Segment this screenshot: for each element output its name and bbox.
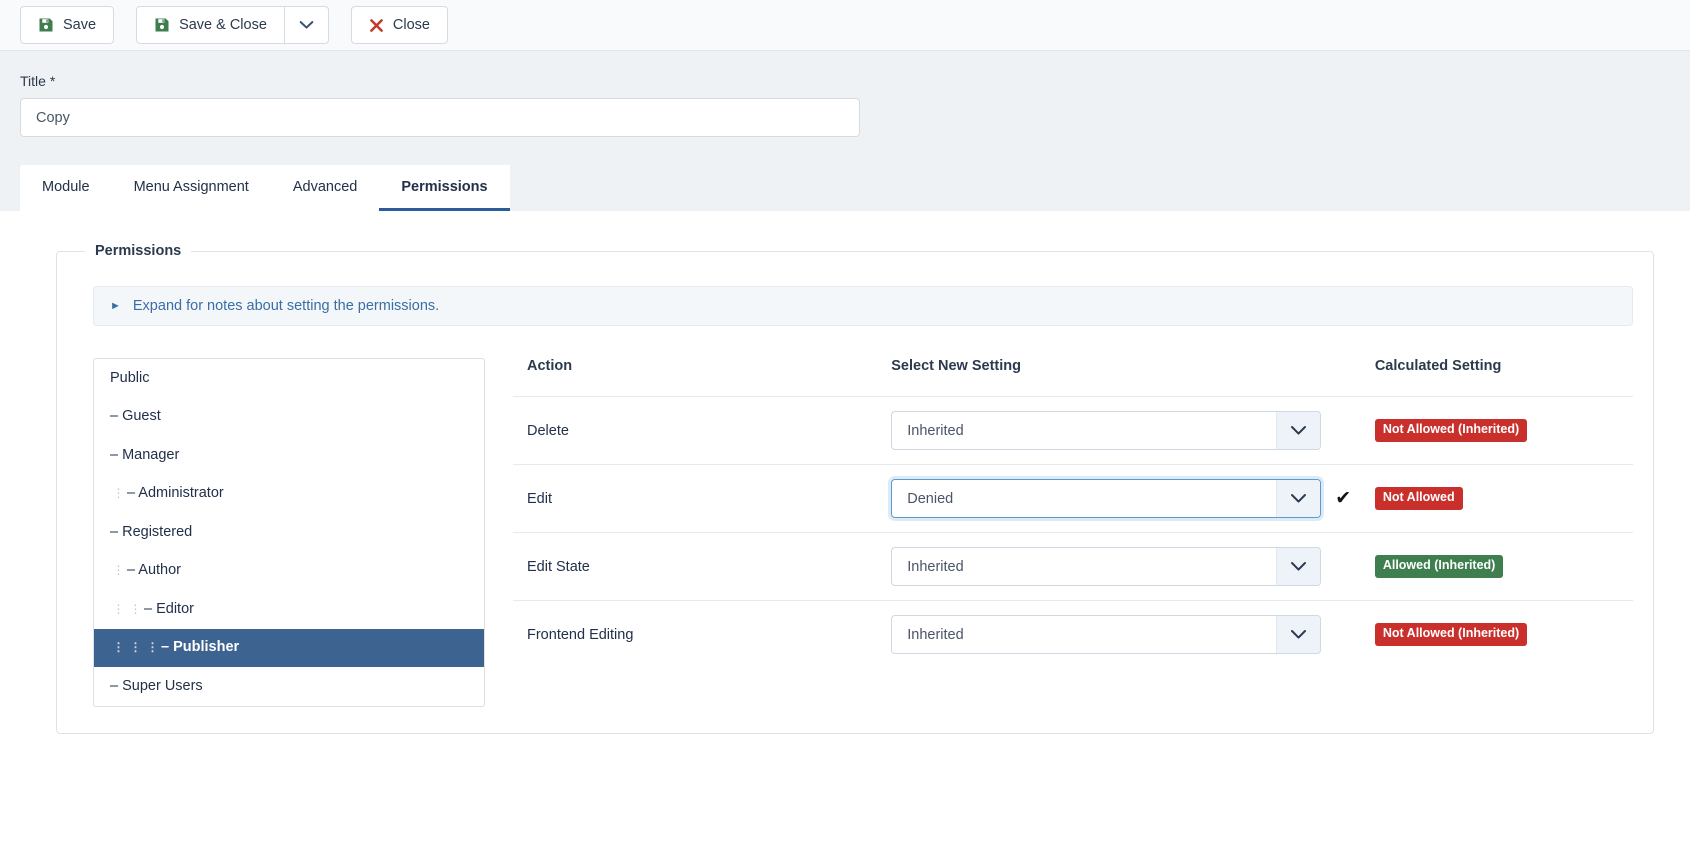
calculated-cell: Not Allowed (1361, 465, 1633, 533)
close-button-label: Close (393, 17, 430, 33)
column-header-select-new-setting: Select New Setting (877, 358, 1361, 397)
tab-advanced[interactable]: Advanced (271, 165, 380, 211)
group-item-label: – Publisher (161, 639, 239, 655)
frontend-editing-permission-select[interactable]: Inherited (891, 615, 1321, 654)
indent-dots-icon: ⋮ (127, 603, 144, 615)
calculated-cell: Not Allowed (Inherited) (1361, 397, 1633, 465)
group-item-manager[interactable]: – Manager (94, 436, 484, 475)
table-row: Delete Inherited (513, 397, 1633, 465)
column-header-calculated-setting: Calculated Setting (1361, 358, 1633, 397)
title-input[interactable] (20, 98, 860, 137)
expand-caret-icon: ► (110, 301, 121, 312)
group-item-label: – Manager (110, 447, 179, 463)
table-row: Frontend Editing Inherited (513, 601, 1633, 669)
group-item-label: – Registered (110, 524, 192, 540)
page-body: Title * Module Menu Assignment Advanced … (0, 51, 1690, 796)
floppy-disk-icon (38, 17, 54, 33)
group-item-publisher[interactable]: ⋮ ⋮ ⋮ – Publisher (94, 629, 484, 668)
chevron-down-icon (299, 20, 314, 30)
save-button[interactable]: Save (20, 6, 114, 44)
action-cell: Edit (513, 465, 877, 533)
group-item-administrator[interactable]: ⋮ – Administrator (94, 475, 484, 514)
action-label: Edit State (527, 559, 590, 575)
group-item-label: – Author (127, 562, 181, 578)
permissions-legend: Permissions (85, 243, 191, 259)
tab-menu-assignment[interactable]: Menu Assignment (112, 165, 271, 211)
indent-dots-icon: ⋮ (110, 603, 127, 615)
group-item-editor[interactable]: ⋮ ⋮ – Editor (94, 590, 484, 629)
action-cell: Delete (513, 397, 877, 465)
delete-permission-select[interactable]: Inherited (891, 411, 1321, 450)
edit-permission-select-wrap: Denied (891, 479, 1321, 518)
edit-permission-select[interactable]: Denied (891, 479, 1321, 518)
calculated-cell: Not Allowed (Inherited) (1361, 601, 1633, 669)
user-group-list: Public – Guest – Manager ⋮ – Administrat… (93, 358, 485, 707)
editor-toolbar: Save Save & Close (0, 0, 1690, 51)
table-header-row: Action Select New Setting Calculated Set… (513, 358, 1633, 397)
close-button[interactable]: Close (351, 6, 448, 44)
tab-permissions[interactable]: Permissions (379, 165, 509, 211)
save-options-dropdown-button[interactable] (284, 6, 329, 44)
tab-module[interactable]: Module (20, 165, 112, 211)
indent-dots-icon: ⋮ (110, 564, 127, 576)
group-item-author[interactable]: ⋮ – Author (94, 552, 484, 591)
group-item-label: – Administrator (127, 485, 224, 501)
indent-dots-icon: ⋮ (127, 641, 144, 653)
status-badge: Not Allowed (Inherited) (1375, 623, 1527, 646)
expand-notes-toggle[interactable]: ► Expand for notes about setting the per… (93, 286, 1633, 326)
action-cell: Edit State (513, 533, 877, 601)
save-and-close-button-label: Save & Close (179, 17, 267, 33)
group-item-label: – Editor (144, 601, 194, 617)
indent-dots-icon: ⋮ (110, 487, 127, 499)
save-button-label: Save (63, 17, 96, 33)
group-item-super-users[interactable]: – Super Users (94, 667, 484, 706)
calculated-cell: Allowed (Inherited) (1361, 533, 1633, 601)
indent-dots-icon: ⋮ (144, 641, 161, 653)
group-item-label: Public (110, 370, 150, 386)
permissions-panel: Permissions ► Expand for notes about set… (0, 211, 1690, 796)
delete-permission-select-wrap: Inherited (891, 411, 1321, 450)
indent-dots-icon: ⋮ (110, 641, 127, 653)
status-badge: Not Allowed (Inherited) (1375, 419, 1527, 442)
saved-check-icon: ✔ (1335, 489, 1351, 508)
edit-state-permission-select-wrap: Inherited (891, 547, 1321, 586)
group-item-public[interactable]: Public (94, 359, 484, 398)
group-item-guest[interactable]: – Guest (94, 398, 484, 437)
group-item-registered[interactable]: – Registered (94, 513, 484, 552)
action-label: Delete (527, 423, 569, 439)
permissions-table: Action Select New Setting Calculated Set… (513, 358, 1633, 668)
action-label: Edit (527, 491, 552, 507)
status-badge: Allowed (Inherited) (1375, 555, 1504, 578)
title-field-group: Title * (0, 51, 1690, 137)
title-field-label: Title * (20, 73, 1670, 89)
tab-bar: Module Menu Assignment Advanced Permissi… (20, 165, 510, 211)
panel-bottom-spacer (20, 734, 1670, 794)
permissions-body: Public – Guest – Manager ⋮ – Administrat… (77, 358, 1633, 707)
x-icon (369, 18, 384, 33)
save-and-close-button[interactable]: Save & Close (136, 6, 285, 44)
table-row: Edit Denied (513, 465, 1633, 533)
table-row: Edit State Inherited (513, 533, 1633, 601)
setting-cell: Inherited (877, 533, 1361, 601)
action-label: Frontend Editing (527, 627, 633, 643)
group-item-label: – Guest (110, 408, 161, 424)
setting-cell: Inherited (877, 601, 1361, 669)
expand-notes-label: Expand for notes about setting the permi… (133, 298, 439, 314)
group-item-label: – Super Users (110, 678, 203, 694)
permissions-fieldset: Permissions ► Expand for notes about set… (56, 243, 1654, 734)
column-header-action: Action (513, 358, 877, 397)
status-badge: Not Allowed (1375, 487, 1463, 510)
tabs-container: Module Menu Assignment Advanced Permissi… (0, 165, 1690, 211)
frontend-editing-permission-select-wrap: Inherited (891, 615, 1321, 654)
edit-state-permission-select[interactable]: Inherited (891, 547, 1321, 586)
action-cell: Frontend Editing (513, 601, 877, 669)
save-close-button-group: Save & Close (136, 6, 329, 44)
setting-cell: Denied ✔ (877, 465, 1361, 533)
floppy-disk-icon (154, 17, 170, 33)
setting-cell: Inherited (877, 397, 1361, 465)
